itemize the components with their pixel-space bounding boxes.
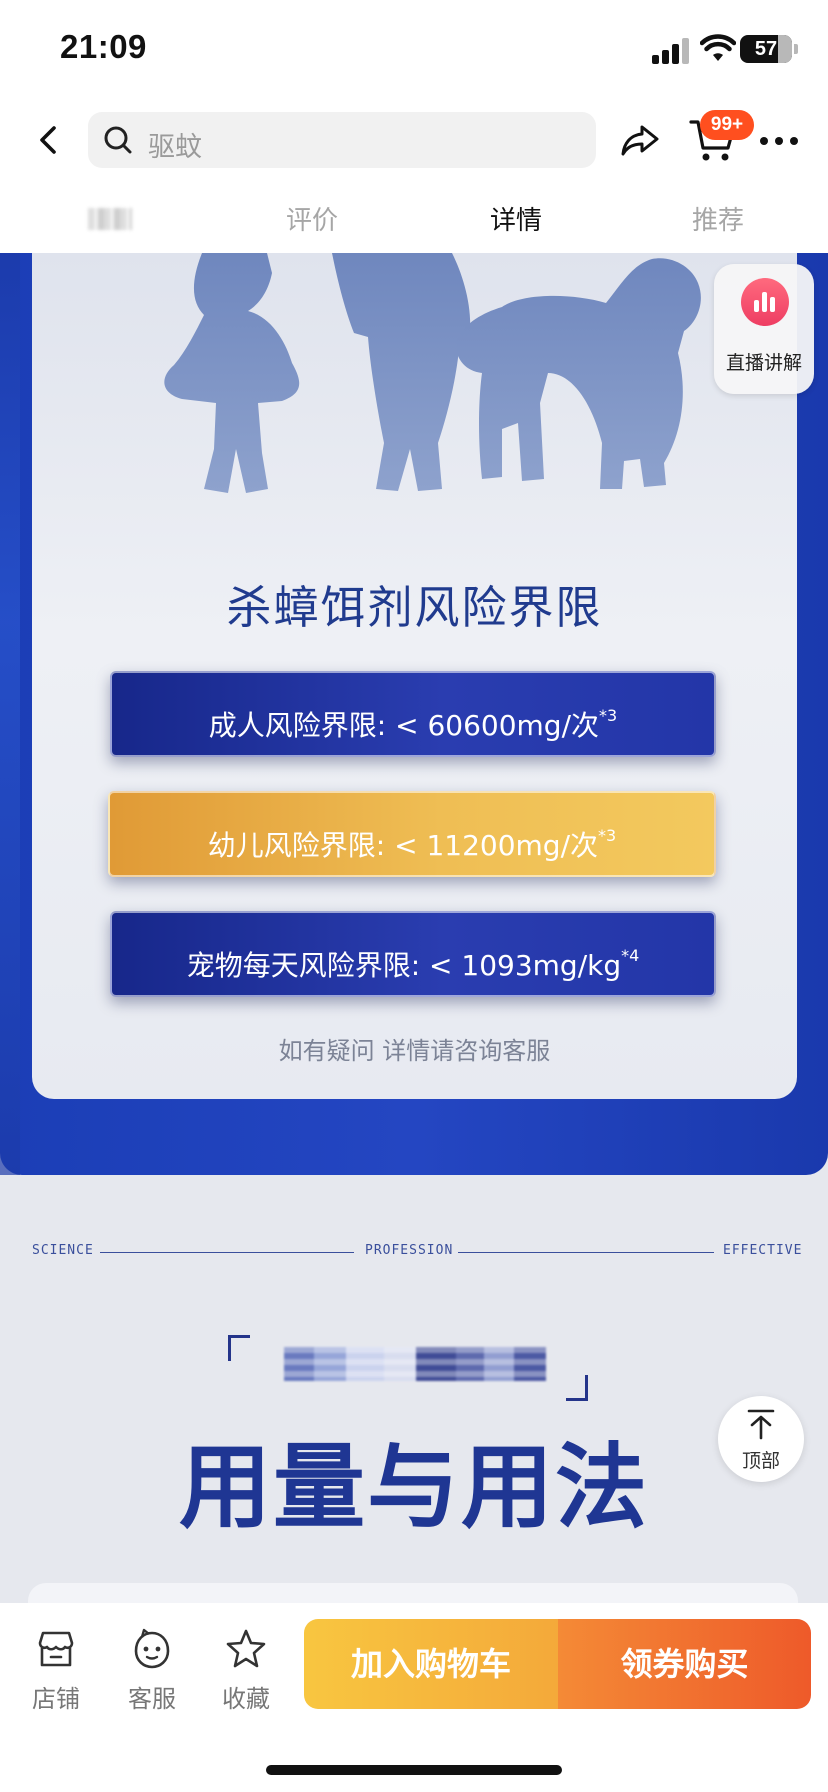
- wifi-icon: [700, 34, 736, 61]
- tab-reviews[interactable]: 评价: [286, 200, 338, 237]
- risk-bar-adult-note: *3: [599, 706, 618, 725]
- search-input[interactable]: 驱蚊: [88, 112, 596, 168]
- back-to-top-label: 顶部: [741, 1450, 780, 1472]
- live-explain-button[interactable]: 直播讲解: [714, 264, 814, 394]
- bracket-left: [228, 1335, 250, 1361]
- battery-tip: [794, 44, 798, 54]
- brand-mosaic-redacted: [284, 1347, 546, 1381]
- battery-icon: 57: [740, 35, 792, 63]
- risk-bar-adult: 成人风险界限: < 60600mg/次*3: [110, 671, 716, 757]
- back-icon[interactable]: [28, 120, 68, 160]
- risk-bar-pet-note: *4: [621, 946, 640, 965]
- risk-bar-child: 幼儿风险界限: < 11200mg/次*3: [108, 791, 716, 877]
- risk-bar-adult-text: 成人风险界限: < 60600mg/次: [208, 709, 600, 742]
- arrow-up-icon: [747, 1409, 775, 1440]
- risk-title: 杀蟑饵剂风险界限: [226, 581, 603, 634]
- tagline-line-left: [100, 1252, 354, 1253]
- battery-level: 57: [754, 38, 778, 60]
- tab-recommend[interactable]: 推荐: [692, 200, 744, 237]
- risk-card: 杀蟑饵剂风险界限 成人风险界限: < 60600mg/次*3 幼儿风险界限: <…: [32, 253, 797, 1099]
- live-explain-label: 直播讲解: [725, 352, 802, 374]
- add-to-cart-button[interactable]: 加入购物车: [304, 1619, 558, 1709]
- detail-blue-panel: 杀蟑饵剂风险界限 成人风险界限: < 60600mg/次*3 幼儿风险界限: <…: [0, 253, 828, 1175]
- tagline-row: SCIENCE PROFESSION EFFECTIVE: [0, 1243, 828, 1263]
- tagline-effective: EFFECTIVE: [723, 1243, 803, 1258]
- risk-bar-pet: 宠物每天风险界限: < 1093mg/kg*4: [110, 911, 716, 997]
- tab-details[interactable]: 详情: [490, 200, 542, 237]
- customer-service-label: 客服: [128, 1685, 176, 1713]
- customer-service-button[interactable]: 客服: [112, 1627, 192, 1717]
- status-time: 21:09: [60, 28, 147, 65]
- risk-bar-child-note: *3: [598, 826, 617, 845]
- back-to-top-button[interactable]: 顶部: [718, 1396, 804, 1482]
- child-and-dog-silhouette-image: [164, 253, 701, 493]
- search-icon: [104, 126, 132, 154]
- blue-stripe: [0, 253, 20, 1175]
- store-icon: [38, 1631, 74, 1667]
- favorite-button[interactable]: 收藏: [206, 1627, 286, 1717]
- status-bar: 21:09 57: [0, 0, 828, 100]
- tab-product-blurred[interactable]: [88, 208, 132, 230]
- nav-bar: 驱蚊 99+: [0, 100, 828, 180]
- bottom-action-bar: 店铺 客服 收藏 加入购物车 领券购买: [0, 1603, 828, 1792]
- product-detail-content[interactable]: 杀蟑饵剂风险界限 成人风险界限: < 60600mg/次*3 幼儿风险界限: <…: [0, 253, 828, 1603]
- star-icon: [226, 1629, 266, 1668]
- risk-bar-pet-text: 宠物每天风险界限: < 1093mg/kg: [186, 949, 622, 982]
- home-indicator[interactable]: [266, 1765, 562, 1775]
- live-chart-icon: [741, 278, 789, 326]
- search-placeholder: 驱蚊: [148, 132, 202, 163]
- signal-icon: [652, 38, 692, 64]
- tab-bar: 评价 详情 推荐: [0, 180, 828, 253]
- consult-text: 如有疑问 详情请咨询客服: [278, 1037, 551, 1065]
- customer-service-icon: [134, 1628, 170, 1669]
- usage-title: 用量与用法: [178, 1434, 649, 1541]
- risk-bar-child-text: 幼儿风险界限: < 11200mg/次: [207, 829, 599, 862]
- more-icon[interactable]: [760, 128, 800, 152]
- bracket-right: [566, 1375, 588, 1401]
- favorite-label: 收藏: [222, 1685, 270, 1713]
- tagline-profession: PROFESSION: [365, 1243, 454, 1258]
- next-section-card: [28, 1583, 798, 1603]
- buy-with-coupon-button[interactable]: 领券购买: [558, 1619, 811, 1709]
- store-label: 店铺: [32, 1685, 80, 1713]
- share-icon[interactable]: [618, 118, 662, 162]
- tagline-line-right: [458, 1252, 714, 1253]
- tagline-science: SCIENCE: [32, 1243, 94, 1258]
- cta-group: 加入购物车 领券购买: [304, 1619, 811, 1709]
- cart-badge: 99+: [700, 110, 754, 140]
- store-button[interactable]: 店铺: [16, 1627, 96, 1717]
